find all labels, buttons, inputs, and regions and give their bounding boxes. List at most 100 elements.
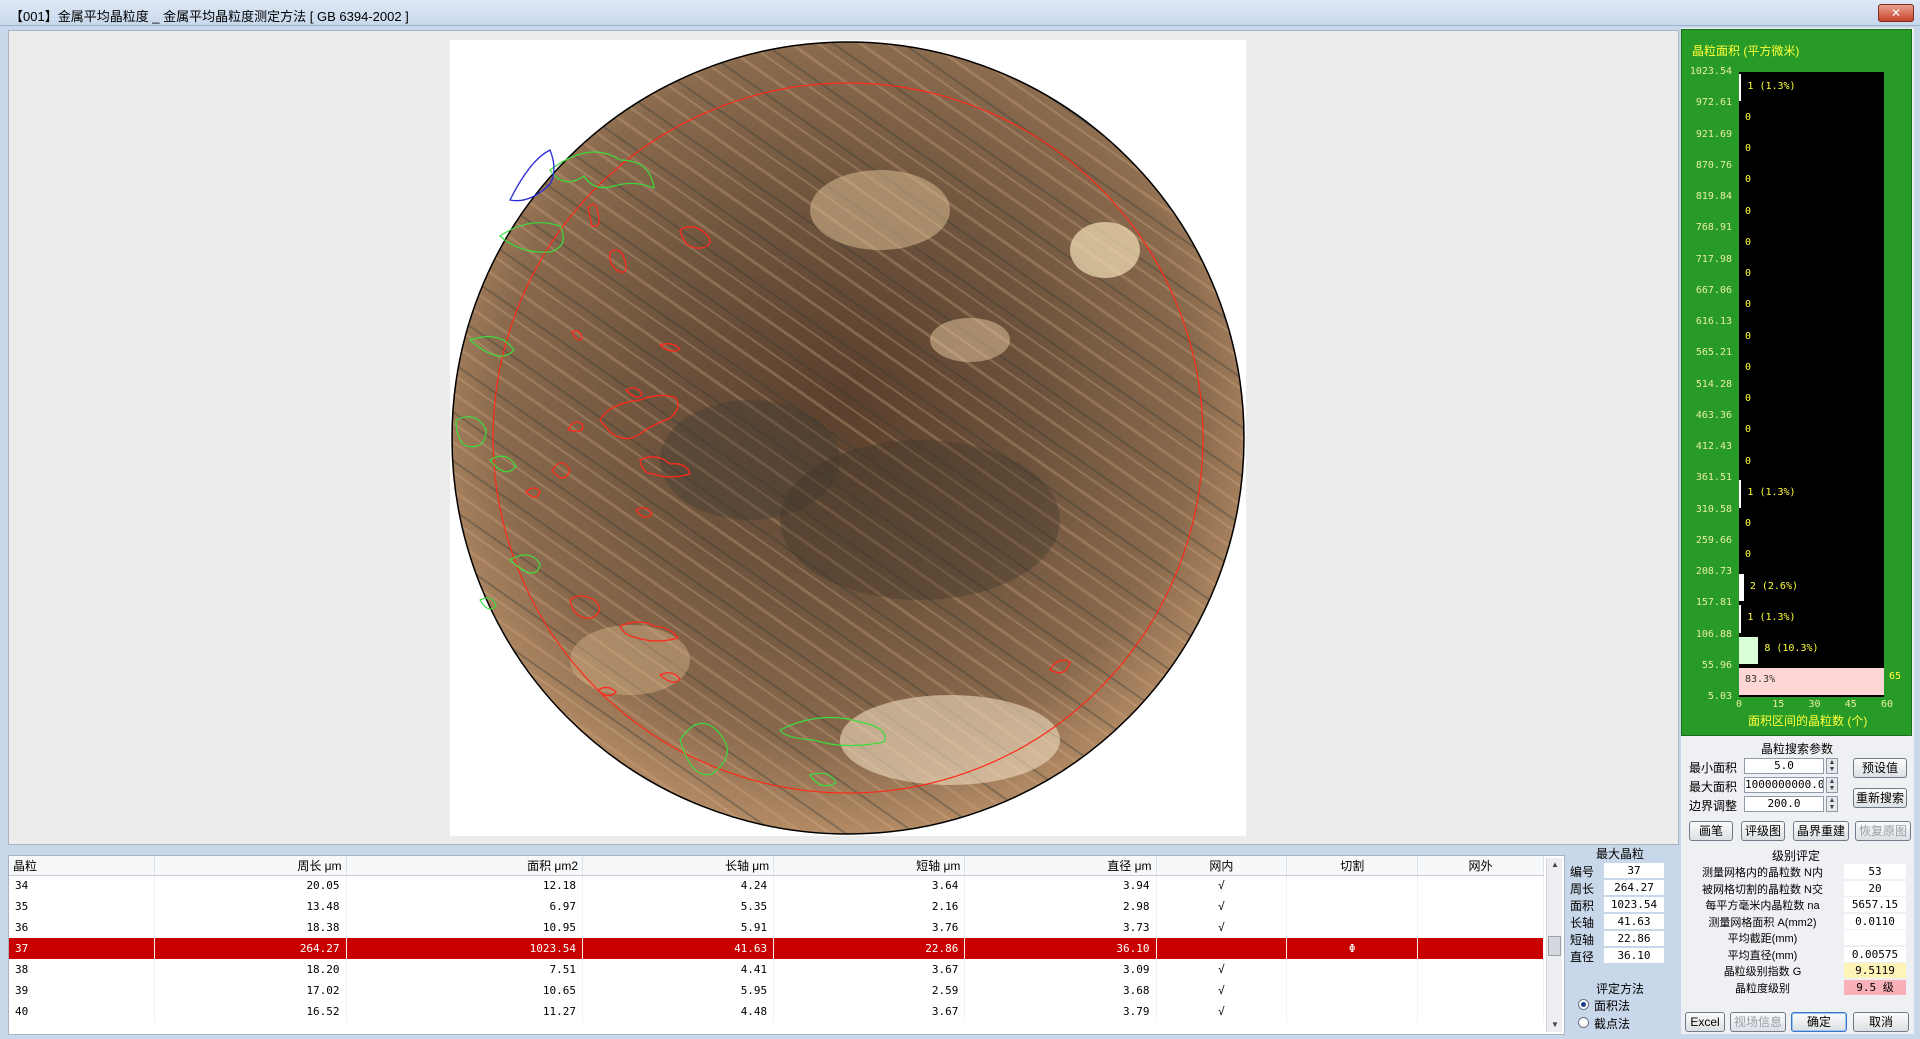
table-cell-major: 4.48 bbox=[582, 1001, 775, 1022]
scroll-thumb[interactable] bbox=[1548, 936, 1561, 956]
histogram-ytick: 972.61 bbox=[1695, 97, 1732, 109]
scroll-up-icon[interactable]: ▲ bbox=[1547, 858, 1563, 872]
max-area-label: 最大面积 bbox=[1689, 780, 1738, 794]
table-cell-minor: 3.67 bbox=[773, 959, 966, 980]
table-cell-major: 5.35 bbox=[582, 896, 775, 917]
grading-title: 级别评定 bbox=[1772, 849, 1821, 863]
restore-image-button[interactable]: 恢复原图 bbox=[1855, 821, 1911, 841]
micrograph-image[interactable] bbox=[450, 40, 1246, 836]
histogram-bar bbox=[1739, 480, 1742, 508]
table-cell-outside bbox=[1417, 896, 1544, 917]
histogram-bin-label: 83.3% bbox=[1745, 674, 1776, 686]
table-cell-area: 11.27 bbox=[346, 1001, 584, 1022]
histogram-ytick: 514.28 bbox=[1695, 378, 1732, 390]
histogram-overflow-count: 65 bbox=[1889, 671, 1902, 682]
cancel-button[interactable]: 取消 bbox=[1853, 1012, 1909, 1032]
column-header[interactable]: 短轴 μm bbox=[773, 856, 966, 876]
grading-value: 20 bbox=[1844, 880, 1906, 896]
table-row[interactable]: 36 18.38 10.95 5.91 3.76 3.73 √ bbox=[9, 917, 1544, 938]
close-button[interactable]: ✕ bbox=[1878, 4, 1914, 22]
max-grain-label: 长轴 bbox=[1570, 916, 1595, 930]
column-header[interactable]: 长轴 μm bbox=[582, 856, 775, 876]
histogram-ytick: 55.96 bbox=[1701, 659, 1732, 671]
table-row[interactable]: 34 20.05 12.18 4.24 3.64 3.94 √ bbox=[9, 875, 1544, 896]
histogram-plot: 1 (1.3%) 0 0 0 0 0 0 0 0 0 0 0 0 1 (1.3%) 0 0 2 (2.6%) 1 … bbox=[1739, 72, 1884, 697]
histogram-ytick: 106.88 bbox=[1695, 628, 1732, 640]
excel-button[interactable]: Excel bbox=[1685, 1012, 1725, 1032]
table-cell-major: 5.91 bbox=[582, 917, 775, 938]
ok-button[interactable]: 确定 bbox=[1791, 1012, 1847, 1032]
histogram-ytick: 208.73 bbox=[1695, 566, 1732, 577]
border-adjust-label: 边界调整 bbox=[1689, 799, 1738, 813]
area-method-label[interactable]: 面积法 bbox=[1594, 997, 1630, 1014]
table-cell-perimeter: 18.38 bbox=[154, 917, 347, 938]
histogram-xtick: 45 bbox=[1844, 699, 1857, 710]
min-area-spinner[interactable]: ▲ ▼ bbox=[1826, 758, 1838, 774]
border-adjust-input[interactable]: 200.0 bbox=[1744, 796, 1824, 812]
histogram-bar bbox=[1739, 636, 1759, 664]
border-adjust-spinner[interactable]: ▲ ▼ bbox=[1826, 796, 1838, 812]
method-panel: 评定方法 面积法 截点法 bbox=[1566, 980, 1676, 1035]
grade-chart-button[interactable]: 评级图 bbox=[1741, 821, 1785, 841]
table-cell-cut bbox=[1286, 917, 1419, 938]
histogram-bin-label: 0 bbox=[1745, 299, 1752, 311]
column-header[interactable]: 网外 bbox=[1417, 856, 1544, 876]
table-cell-id: 37 bbox=[9, 938, 156, 959]
table-row[interactable]: 40 16.52 11.27 4.48 3.67 3.79 √ bbox=[9, 1001, 1544, 1022]
table-cell-outside bbox=[1417, 917, 1544, 938]
table-cell-minor: 3.64 bbox=[773, 875, 966, 896]
micrograph-canvas[interactable] bbox=[450, 40, 1246, 836]
pen-button[interactable]: 画笔 bbox=[1689, 821, 1733, 841]
column-header[interactable]: 周长 μm bbox=[154, 856, 347, 876]
intercept-method-radio[interactable] bbox=[1578, 1017, 1589, 1028]
table-row[interactable]: 39 17.02 10.65 5.95 2.59 3.68 √ bbox=[9, 980, 1544, 1001]
max-grain-label: 直径 bbox=[1570, 950, 1595, 964]
table-cell-cut bbox=[1286, 875, 1419, 896]
table-cell-cut bbox=[1286, 980, 1419, 1001]
field-info-button[interactable]: 视场信息 bbox=[1730, 1012, 1786, 1032]
max-area-input[interactable]: 1000000000.0 bbox=[1744, 777, 1824, 793]
histogram-xtick: 15 bbox=[1772, 699, 1785, 710]
title-bar: 【001】金属平均晶粒度 _ 金属平均晶粒度测定方法 [ GB 6394-200… bbox=[0, 0, 1920, 26]
table-row[interactable]: 37 264.27 1023.54 41.63 22.86 36.10 Φ bbox=[9, 938, 1544, 959]
scroll-down-icon[interactable]: ▼ bbox=[1547, 1018, 1563, 1032]
min-area-input[interactable]: 5.0 bbox=[1744, 758, 1824, 774]
intercept-method-label[interactable]: 截点法 bbox=[1594, 1015, 1630, 1032]
table-row[interactable]: 35 13.48 6.97 5.35 2.16 2.98 √ bbox=[9, 896, 1544, 917]
table-cell-cut bbox=[1286, 959, 1419, 980]
column-header[interactable]: 网内 bbox=[1156, 856, 1288, 876]
table-cell-outside bbox=[1417, 1001, 1544, 1022]
histogram-xtick: 60 bbox=[1881, 699, 1894, 710]
column-header[interactable]: 晶粒 bbox=[9, 856, 156, 876]
table-cell-cut bbox=[1286, 896, 1419, 917]
histogram-bin-label: 2 (2.6%) bbox=[1749, 580, 1798, 592]
grading-value: 5657.15 bbox=[1844, 897, 1906, 912]
grading-value: 9.5119 bbox=[1844, 963, 1906, 978]
histogram-bin-label: 0 bbox=[1745, 330, 1752, 342]
grading-label: 晶粒度级别 bbox=[1735, 982, 1790, 995]
area-method-radio[interactable] bbox=[1578, 999, 1589, 1010]
table-scrollbar[interactable]: ▲ ▼ bbox=[1546, 858, 1562, 1032]
histogram-ytick: 412.43 bbox=[1695, 441, 1732, 452]
method-title: 评定方法 bbox=[1596, 982, 1645, 996]
column-header[interactable]: 面积 μm2 bbox=[346, 856, 584, 876]
table-cell-area: 10.95 bbox=[346, 917, 584, 938]
histogram-ytick: 463.36 bbox=[1695, 409, 1732, 421]
table-row[interactable]: 38 18.20 7.51 4.41 3.67 3.09 √ bbox=[9, 959, 1544, 980]
preset-button[interactable]: 预设值 bbox=[1853, 758, 1907, 778]
column-header[interactable]: 切割 bbox=[1286, 856, 1419, 876]
rebuild-boundary-button[interactable]: 晶界重建 bbox=[1793, 821, 1849, 841]
grain-table: 晶粒 周长 μm 面积 μm2 长轴 μm 短轴 μm 直径 μm 网内 切割 网外 34 20.… bbox=[8, 855, 1565, 1035]
search-params-title: 晶粒搜索参数 bbox=[1761, 742, 1834, 756]
table-cell-perimeter: 17.02 bbox=[154, 980, 347, 1001]
table-cell-diameter: 3.09 bbox=[964, 959, 1157, 980]
max-area-spinner[interactable]: ▲ ▼ bbox=[1826, 777, 1838, 793]
max-grain-value: 36.10 bbox=[1604, 948, 1664, 963]
column-header[interactable]: 直径 μm bbox=[964, 856, 1157, 876]
table-cell-area: 6.97 bbox=[346, 896, 584, 917]
table-cell-minor: 3.67 bbox=[773, 1001, 966, 1022]
table-cell-inside: √ bbox=[1156, 917, 1288, 938]
table-cell-perimeter: 13.48 bbox=[154, 896, 347, 917]
research-button[interactable]: 重新搜索 bbox=[1853, 788, 1907, 808]
table-cell-inside: √ bbox=[1156, 980, 1288, 1001]
